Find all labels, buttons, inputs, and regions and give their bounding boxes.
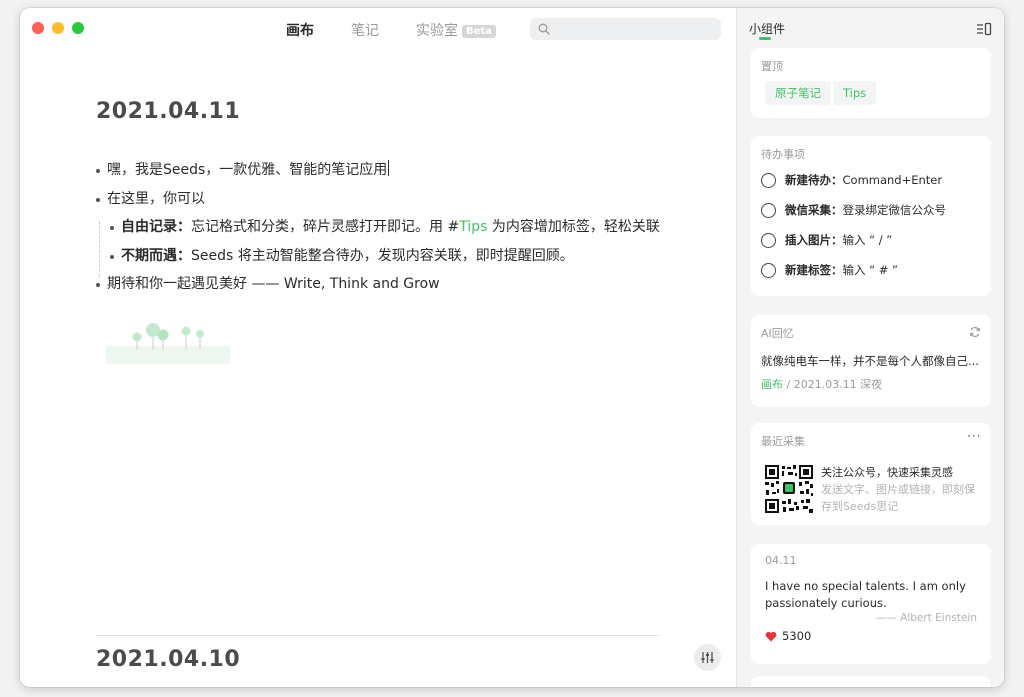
collect-title: 关注公众号，快速采集灵感 — [821, 466, 953, 479]
ai-recall-meta: 画布 / 2021.03.11 深夜 — [761, 376, 882, 392]
list-item-text: 为内容增加标签，轻松关联 — [487, 219, 660, 235]
quote-text: I have no special talents. I am only pas… — [765, 579, 966, 610]
todo-value: 登录绑定微信公众号 — [842, 203, 947, 217]
text-cursor — [388, 160, 390, 176]
filter-button[interactable] — [694, 644, 721, 671]
list-item-text: 嘿，我是Seeds，一款优雅、智能的笔记应用 — [107, 162, 388, 178]
entry-date: 2021.04.10 — [96, 647, 241, 672]
search-icon — [538, 23, 550, 35]
top-tabs: 画布 笔记 实验室 Beta — [286, 20, 533, 40]
refresh-icon[interactable] — [969, 326, 981, 338]
bullet-dot — [96, 197, 100, 202]
list-item-text: 期待和你一起遇见美好 —— Write, Think and Grow — [107, 276, 440, 292]
todo-label: 新建待办： — [785, 173, 843, 187]
tab-notes[interactable]: 笔记 — [351, 20, 379, 40]
heart-icon — [765, 631, 777, 641]
card-title: 置顶 — [761, 60, 783, 73]
window-controls — [32, 22, 84, 34]
todo-card: 待办事项 新建待办： Command+Enter 微信采集： 登录绑定微信公众号 插… — [751, 136, 991, 296]
sprout-illustration — [106, 323, 230, 364]
search-input[interactable] — [554, 21, 718, 37]
bullet-dot — [96, 169, 100, 173]
list-item-text: Seeds 将主动智能整合待办，发现内容关联，即时提醒回顾。 — [191, 247, 574, 264]
entry-date: 2021.04.11 — [96, 99, 241, 124]
like-count: 5300 — [782, 629, 812, 643]
list-item-text: 在这里，你可以 — [107, 190, 205, 207]
todo-label: 插入图片： — [785, 233, 843, 247]
active-tab-indicator — [759, 37, 771, 40]
list-item-text: 忘记格式和分类，碎片灵感打开即记。用 # — [191, 219, 460, 235]
ai-source-link[interactable]: 画布 — [761, 378, 783, 391]
todo-label: 微信采集： — [785, 203, 843, 217]
quote-author: —— Albert Einstein — [875, 612, 977, 624]
todo-value: Command+Enter — [842, 173, 943, 187]
card-title: 待办事项 — [761, 148, 805, 161]
todo-label: 新建标签： — [785, 263, 843, 277]
todo-item[interactable]: 新建待办： Command+Enter — [761, 171, 942, 189]
checkbox-icon[interactable] — [761, 202, 776, 218]
pinned-chip[interactable]: 原子笔记 — [765, 81, 831, 105]
todo-item[interactable]: 新建标签： 输入 “ # ” — [761, 261, 898, 279]
collect-desc: 发送文字、图片或链接，即刻保 — [821, 483, 975, 496]
next-widget-card — [751, 676, 991, 687]
close-window-button[interactable] — [32, 22, 44, 34]
more-menu-button[interactable]: ··· — [967, 429, 981, 443]
sidebar-toggle-icon[interactable] — [976, 22, 992, 36]
list-item-bold: 不期而遇： — [121, 247, 191, 264]
tab-lab[interactable]: 实验室 Beta — [416, 20, 496, 40]
daily-quote-card: 04.11 I have no special talents. I am on… — [751, 544, 991, 664]
ai-recall-card[interactable]: AI回忆 就像纯电车一样，并不是每个人都像自己... 画布 / 2021.03.… — [751, 315, 991, 407]
pinned-card: 置顶 原子笔记 Tips — [751, 48, 991, 118]
checkbox-icon[interactable] — [761, 172, 776, 188]
todo-value: 输入 “ # ” — [842, 263, 899, 277]
card-title: AI回忆 — [761, 327, 794, 340]
sliders-icon — [701, 652, 714, 663]
recent-collect-card: 最近采集 ··· 关注公众号，快速采集灵感 发送文字、图片或链接，即刻保 存到S… — [751, 423, 991, 525]
search-bar[interactable] — [530, 18, 721, 40]
indent-guide — [99, 221, 100, 277]
quote-date: 04.11 — [765, 554, 797, 567]
bullet-dot — [110, 254, 114, 259]
todo-item[interactable]: 插入图片： 输入 “ / ” — [761, 231, 892, 249]
minimize-window-button[interactable] — [52, 22, 64, 34]
app-window: 画布 笔记 实验室 Beta 2021.04.11 嘿，我是Seeds，一款优雅、… — [20, 8, 1004, 687]
collect-desc: 存到Seeds思记 — [821, 500, 899, 513]
ai-recall-text: 就像纯电车一样，并不是每个人都像自己... — [761, 354, 979, 368]
tab-canvas[interactable]: 画布 — [286, 20, 314, 40]
bullet-dot — [96, 283, 100, 287]
qr-code-image — [765, 465, 813, 513]
todo-value: 输入 “ / ” — [842, 233, 893, 247]
sidebar-title[interactable]: 小组件 — [749, 20, 785, 37]
entry-divider — [96, 635, 660, 636]
ai-recall-date: / 2021.03.11 深夜 — [783, 378, 883, 391]
list-item-bold: 自由记录： — [121, 219, 191, 235]
todo-item[interactable]: 微信采集： 登录绑定微信公众号 — [761, 201, 946, 219]
zoom-window-button[interactable] — [72, 22, 84, 34]
widget-sidebar: 小组件 置顶 原子笔记 Tips 待办事项 新建待办： Command+Enter… — [736, 8, 1004, 687]
tag-link[interactable]: Tips — [459, 219, 487, 235]
like-button[interactable]: 5300 — [765, 629, 811, 643]
checkbox-icon[interactable] — [761, 232, 776, 248]
beta-badge: Beta — [462, 25, 496, 38]
checkbox-icon[interactable] — [761, 262, 776, 278]
bullet-dot — [110, 226, 114, 230]
pinned-chip[interactable]: Tips — [833, 81, 877, 105]
tab-lab-label: 实验室 — [416, 23, 458, 39]
card-title: 最近采集 — [761, 435, 805, 448]
